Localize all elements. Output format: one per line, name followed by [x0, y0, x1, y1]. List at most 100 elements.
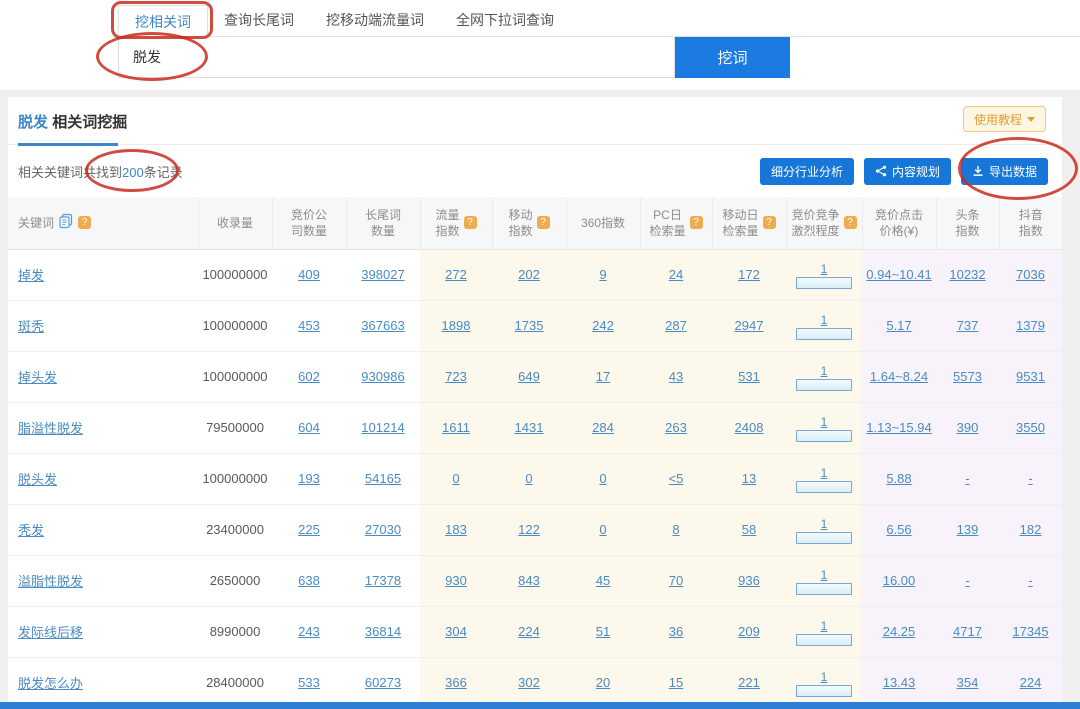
content-planning-button[interactable]: 内容规划 [864, 158, 951, 185]
cell-link[interactable]: 209 [738, 624, 760, 639]
cell-link[interactable]: 43 [669, 369, 683, 384]
keyword-link[interactable]: 发际线后移 [18, 625, 83, 640]
cell-link[interactable]: 531 [738, 369, 760, 384]
cell-link[interactable]: 17 [596, 369, 610, 384]
cell-link[interactable]: 843 [518, 573, 540, 588]
cell-link[interactable]: 1.64~8.24 [870, 369, 928, 384]
cell-link[interactable]: 930986 [361, 369, 404, 384]
cell-link[interactable]: 183 [445, 522, 467, 537]
copy-icon[interactable] [58, 213, 74, 233]
cell-link[interactable]: 243 [298, 624, 320, 639]
cell-link[interactable]: 7036 [1016, 267, 1045, 282]
cell-link[interactable]: 122 [518, 522, 540, 537]
cell-link[interactable]: 1379 [1016, 318, 1045, 333]
cell-link[interactable]: 58 [742, 522, 756, 537]
cell-link[interactable]: 263 [665, 420, 687, 435]
cell-link[interactable]: 0 [525, 471, 532, 486]
cell-link[interactable]: 602 [298, 369, 320, 384]
cell-link[interactable]: 36814 [365, 624, 401, 639]
cell-link[interactable]: - [1028, 471, 1032, 486]
competition-value[interactable]: 1 [796, 670, 852, 684]
keyword-link[interactable]: 斑秃 [18, 319, 44, 334]
dig-words-button[interactable]: 挖词 [675, 37, 790, 78]
cell-link[interactable]: 17378 [365, 573, 401, 588]
help-icon[interactable]: ? [763, 216, 776, 229]
competition-value[interactable]: 1 [796, 364, 852, 378]
industry-analysis-button[interactable]: 细分行业分析 [760, 158, 854, 185]
cell-link[interactable]: 0 [599, 471, 606, 486]
cell-link[interactable]: 0 [452, 471, 459, 486]
competition-value[interactable]: 1 [796, 619, 852, 633]
cell-link[interactable]: 193 [298, 471, 320, 486]
cell-link[interactable]: 20 [596, 675, 610, 690]
cell-link[interactable]: 649 [518, 369, 540, 384]
cell-link[interactable]: 224 [1020, 675, 1042, 690]
cell-link[interactable]: 366 [445, 675, 467, 690]
keyword-link[interactable]: 脂溢性脱发 [18, 421, 83, 436]
cell-link[interactable]: 304 [445, 624, 467, 639]
tab-1[interactable]: 查询长尾词 [208, 4, 310, 37]
cell-link[interactable]: 13 [742, 471, 756, 486]
cell-link[interactable]: - [965, 471, 969, 486]
cell-link[interactable]: 182 [1020, 522, 1042, 537]
keyword-link[interactable]: 脱发怎么办 [18, 676, 83, 691]
cell-link[interactable]: - [965, 573, 969, 588]
cell-link[interactable]: 60273 [365, 675, 401, 690]
cell-link[interactable]: 2947 [735, 318, 764, 333]
competition-value[interactable]: 1 [796, 415, 852, 429]
cell-link[interactable]: 4717 [953, 624, 982, 639]
cell-link[interactable]: 221 [738, 675, 760, 690]
cell-link[interactable]: 9531 [1016, 369, 1045, 384]
cell-link[interactable]: 533 [298, 675, 320, 690]
cell-link[interactable]: 1431 [515, 420, 544, 435]
cell-link[interactable]: 737 [957, 318, 979, 333]
cell-link[interactable]: 604 [298, 420, 320, 435]
cell-link[interactable]: 17345 [1012, 624, 1048, 639]
cell-link[interactable]: 70 [669, 573, 683, 588]
cell-link[interactable]: 172 [738, 267, 760, 282]
keyword-link[interactable]: 掉发 [18, 268, 44, 283]
cell-link[interactable]: 1.13~15.94 [866, 420, 931, 435]
help-icon[interactable]: ? [844, 216, 857, 229]
cell-link[interactable]: 13.43 [883, 675, 916, 690]
cell-link[interactable]: 139 [957, 522, 979, 537]
cell-link[interactable]: <5 [669, 471, 684, 486]
cell-link[interactable]: 287 [665, 318, 687, 333]
help-icon[interactable]: ? [690, 216, 703, 229]
cell-link[interactable]: 15 [669, 675, 683, 690]
cell-link[interactable]: 36 [669, 624, 683, 639]
keyword-link[interactable]: 掉头发 [18, 370, 57, 385]
cell-link[interactable]: 5.17 [886, 318, 911, 333]
competition-value[interactable]: 1 [796, 466, 852, 480]
cell-link[interactable]: 27030 [365, 522, 401, 537]
cell-link[interactable]: 225 [298, 522, 320, 537]
cell-link[interactable]: 930 [445, 573, 467, 588]
cell-link[interactable]: 936 [738, 573, 760, 588]
cell-link[interactable]: 2408 [735, 420, 764, 435]
cell-link[interactable]: 0 [599, 522, 606, 537]
keyword-link[interactable]: 脱头发 [18, 472, 57, 487]
competition-value[interactable]: 1 [796, 568, 852, 582]
export-button[interactable]: 导出数据 [961, 158, 1048, 185]
cell-link[interactable]: 1735 [515, 318, 544, 333]
tab-related-words[interactable]: 挖相关词 [118, 5, 208, 38]
cell-link[interactable]: 354 [957, 675, 979, 690]
cell-link[interactable]: 101214 [361, 420, 404, 435]
cell-link[interactable]: - [1028, 573, 1032, 588]
cell-link[interactable]: 302 [518, 675, 540, 690]
tab-2[interactable]: 挖移动端流量词 [310, 4, 440, 37]
help-icon[interactable]: ? [537, 216, 550, 229]
cell-link[interactable]: 45 [596, 573, 610, 588]
cell-link[interactable]: 54165 [365, 471, 401, 486]
cell-link[interactable]: 224 [518, 624, 540, 639]
cell-link[interactable]: 0.94~10.41 [866, 267, 931, 282]
cell-link[interactable]: 6.56 [886, 522, 911, 537]
help-icon[interactable]: ? [464, 216, 477, 229]
cell-link[interactable]: 51 [596, 624, 610, 639]
cell-link[interactable]: 367663 [361, 318, 404, 333]
cell-link[interactable]: 10232 [949, 267, 985, 282]
cell-link[interactable]: 409 [298, 267, 320, 282]
cell-link[interactable]: 1898 [442, 318, 471, 333]
cell-link[interactable]: 202 [518, 267, 540, 282]
cell-link[interactable]: 1611 [442, 420, 470, 435]
